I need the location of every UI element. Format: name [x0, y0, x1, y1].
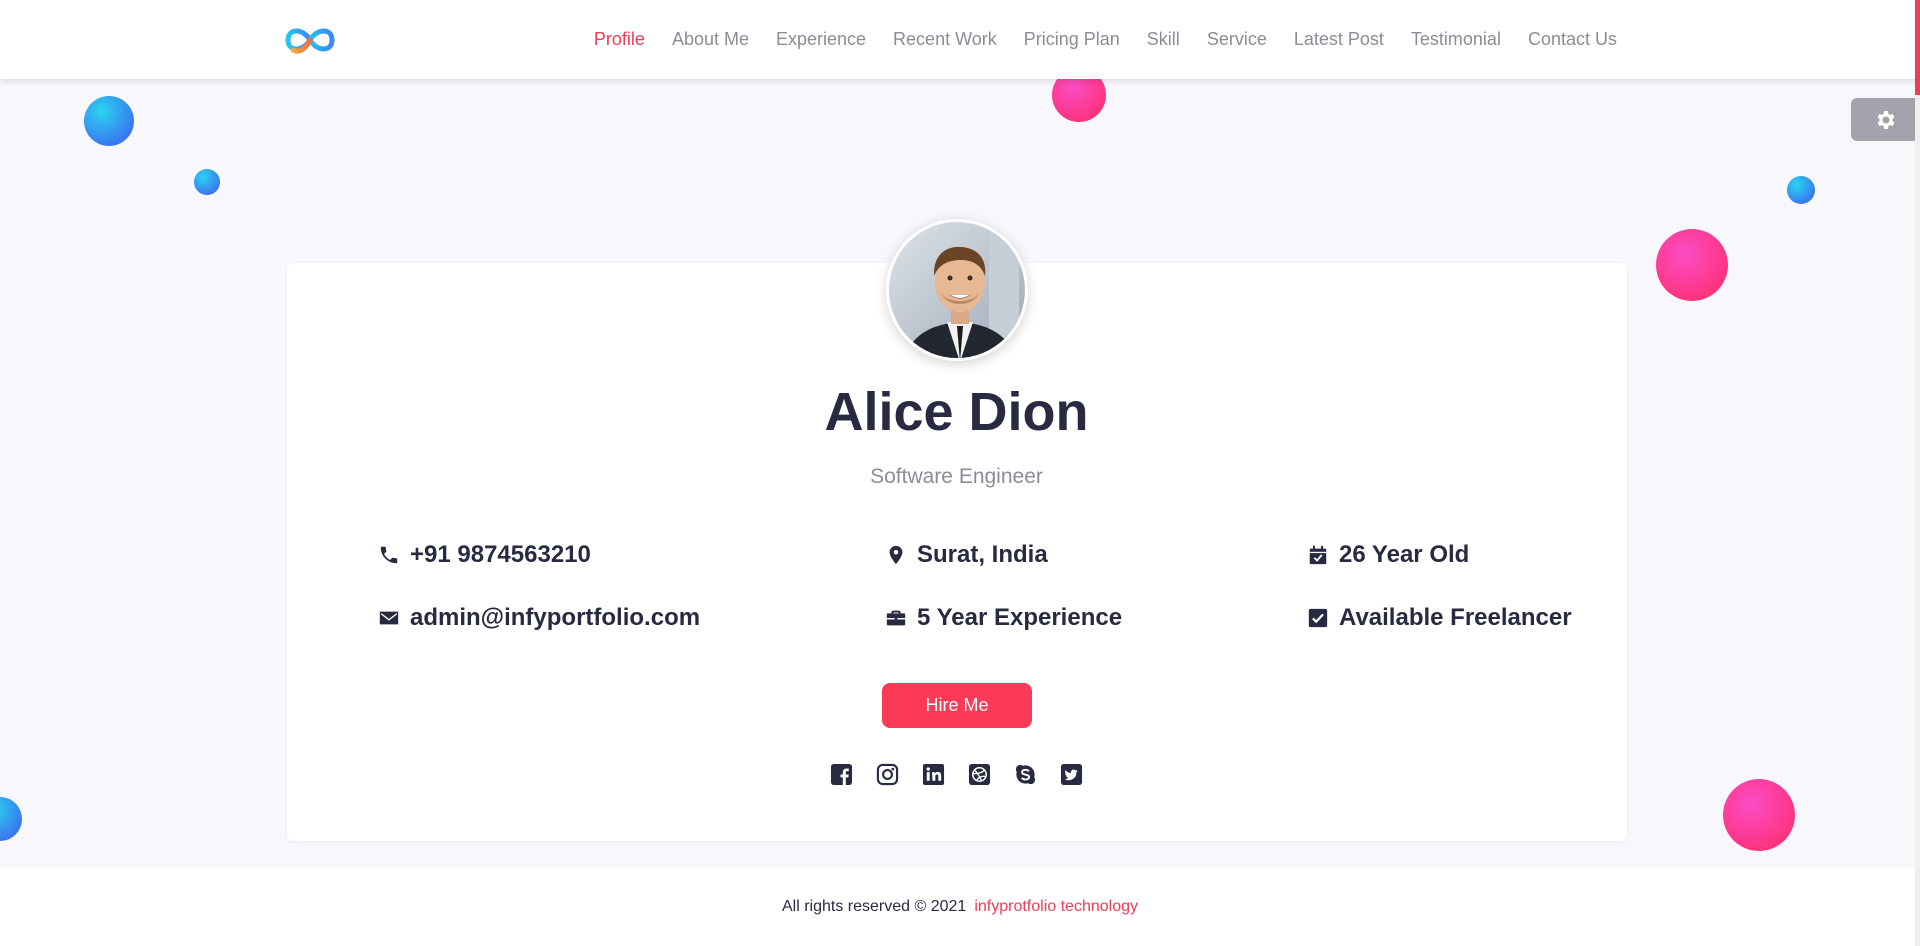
skype-icon[interactable]: [1013, 762, 1037, 786]
dribbble-icon[interactable]: [967, 762, 991, 786]
map-marker-icon: [884, 543, 908, 567]
facebook-icon[interactable]: [829, 762, 853, 786]
nav-item-latest-post[interactable]: Latest Post: [1294, 29, 1384, 50]
age-text: 26 Year Old: [1339, 541, 1470, 568]
phone-icon: [377, 543, 401, 567]
nav-item-contact-us[interactable]: Contact Us: [1528, 29, 1617, 50]
nav-item-skill[interactable]: Skill: [1147, 29, 1180, 50]
nav-item-testimonial[interactable]: Testimonial: [1411, 29, 1501, 50]
info-phone: +91 9874563210: [377, 541, 591, 569]
profile-name: Alice Dion: [824, 382, 1089, 442]
footer: All rights reserved © 2021 infyprotfolio…: [0, 868, 1920, 946]
info-freelance: Available Freelancer: [1306, 604, 1572, 632]
profile-photo: [889, 222, 1025, 358]
nav-item-pricing-plan[interactable]: Pricing Plan: [1024, 29, 1120, 50]
instagram-icon[interactable]: [875, 762, 899, 786]
nav-item-service[interactable]: Service: [1207, 29, 1267, 50]
freelance-text: Available Freelancer: [1339, 604, 1572, 631]
info-location: Surat, India: [884, 541, 1048, 569]
social-links: [829, 762, 1105, 786]
linkedin-icon[interactable]: [921, 762, 945, 786]
email-text: admin@infyportfolio.com: [410, 604, 701, 631]
profile-role: Software Engineer: [870, 465, 1043, 488]
decor-bubble: [1723, 779, 1795, 851]
calendar-check-icon: [1306, 543, 1330, 567]
gear-icon: [1877, 110, 1894, 129]
infinity-logo-icon[interactable]: [283, 20, 337, 60]
info-age: 26 Year Old: [1306, 541, 1469, 569]
avatar: [886, 219, 1028, 361]
info-experience: 5 Year Experience: [884, 604, 1122, 632]
decor-bubble: [1656, 229, 1728, 301]
experience-text: 5 Year Experience: [917, 604, 1123, 631]
settings-button[interactable]: [1851, 98, 1920, 141]
scrollbar-track[interactable]: [1915, 0, 1920, 946]
nav-menu: Profile About Me Experience Recent Work …: [567, 0, 1617, 79]
nav-item-recent-work[interactable]: Recent Work: [893, 29, 997, 50]
decor-bubble: [1787, 176, 1815, 204]
nav-item-profile[interactable]: Profile: [594, 29, 645, 50]
info-email: admin@infyportfolio.com: [377, 604, 700, 632]
decor-bubble: [194, 169, 220, 195]
phone-text: +91 9874563210: [410, 541, 591, 568]
nav-item-experience[interactable]: Experience: [776, 29, 866, 50]
hire-me-button[interactable]: Hire Me: [882, 683, 1032, 728]
footer-brand-link[interactable]: infyprotfolio technology: [974, 898, 1138, 916]
decor-bubble: [84, 96, 134, 146]
nav-item-about-me[interactable]: About Me: [672, 29, 749, 50]
twitter-icon[interactable]: [1059, 762, 1083, 786]
top-navbar: Profile About Me Experience Recent Work …: [0, 0, 1920, 79]
briefcase-icon: [884, 606, 908, 630]
location-text: Surat, India: [917, 541, 1048, 568]
decor-bubble: [0, 797, 22, 841]
checkbox-icon: [1306, 606, 1330, 630]
footer-copyright: All rights reserved © 2021: [782, 898, 967, 915]
envelope-icon: [377, 606, 401, 630]
scrollbar-thumb[interactable]: [1915, 0, 1920, 95]
